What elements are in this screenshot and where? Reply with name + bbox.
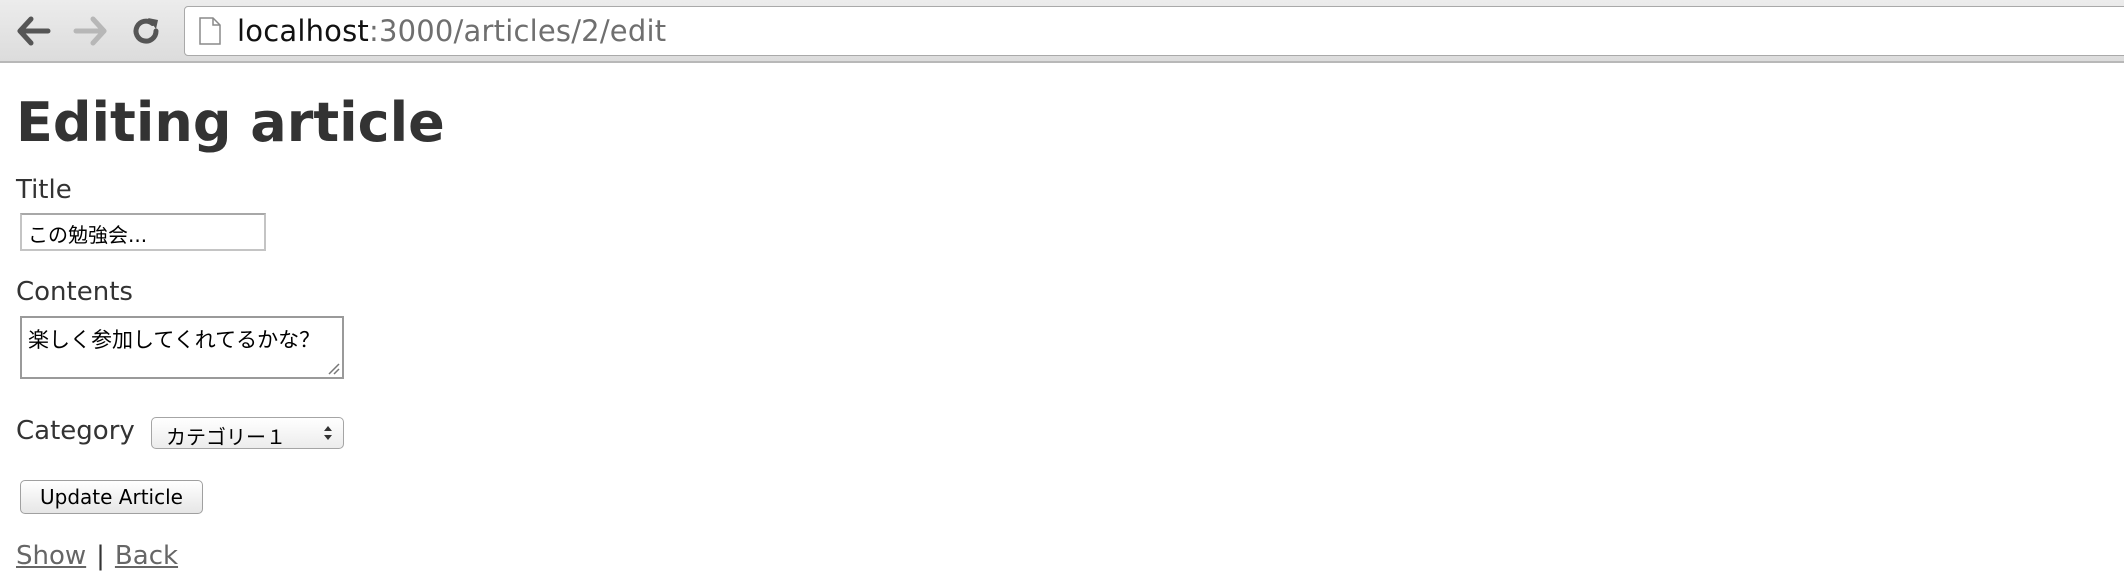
- category-selected-value: カテゴリー１: [166, 425, 286, 449]
- footer-links: Show | Back: [16, 541, 178, 571]
- url-host: localhost: [237, 14, 369, 48]
- back-arrow-icon[interactable]: [14, 11, 54, 51]
- category-label: Category: [16, 416, 135, 446]
- title-input[interactable]: この勉強会...: [20, 213, 266, 251]
- select-arrows-icon: [324, 426, 332, 440]
- show-link[interactable]: Show: [16, 541, 86, 571]
- url-path: :3000/articles/2/edit: [368, 14, 667, 48]
- back-link[interactable]: Back: [115, 541, 178, 571]
- resize-grip-icon[interactable]: [326, 361, 340, 375]
- browser-toolbar: localhost:3000/articles/2/edit: [0, 0, 2124, 63]
- reload-icon[interactable]: [126, 11, 166, 51]
- contents-textarea[interactable]: 楽しく参加してくれてるかな？: [20, 316, 344, 379]
- update-article-button[interactable]: Update Article: [20, 480, 203, 514]
- forward-arrow-icon[interactable]: [70, 11, 110, 51]
- category-select[interactable]: カテゴリー１: [151, 417, 344, 449]
- contents-text: 楽しく参加してくれてるかな？: [28, 328, 321, 352]
- page-icon: [199, 17, 221, 45]
- title-label: Title: [16, 175, 72, 205]
- contents-label: Contents: [16, 277, 133, 307]
- url-text: localhost:3000/articles/2/edit: [237, 14, 666, 48]
- address-bar[interactable]: localhost:3000/articles/2/edit: [184, 6, 2124, 56]
- link-separator: |: [96, 541, 105, 571]
- page-title: Editing article: [16, 91, 445, 154]
